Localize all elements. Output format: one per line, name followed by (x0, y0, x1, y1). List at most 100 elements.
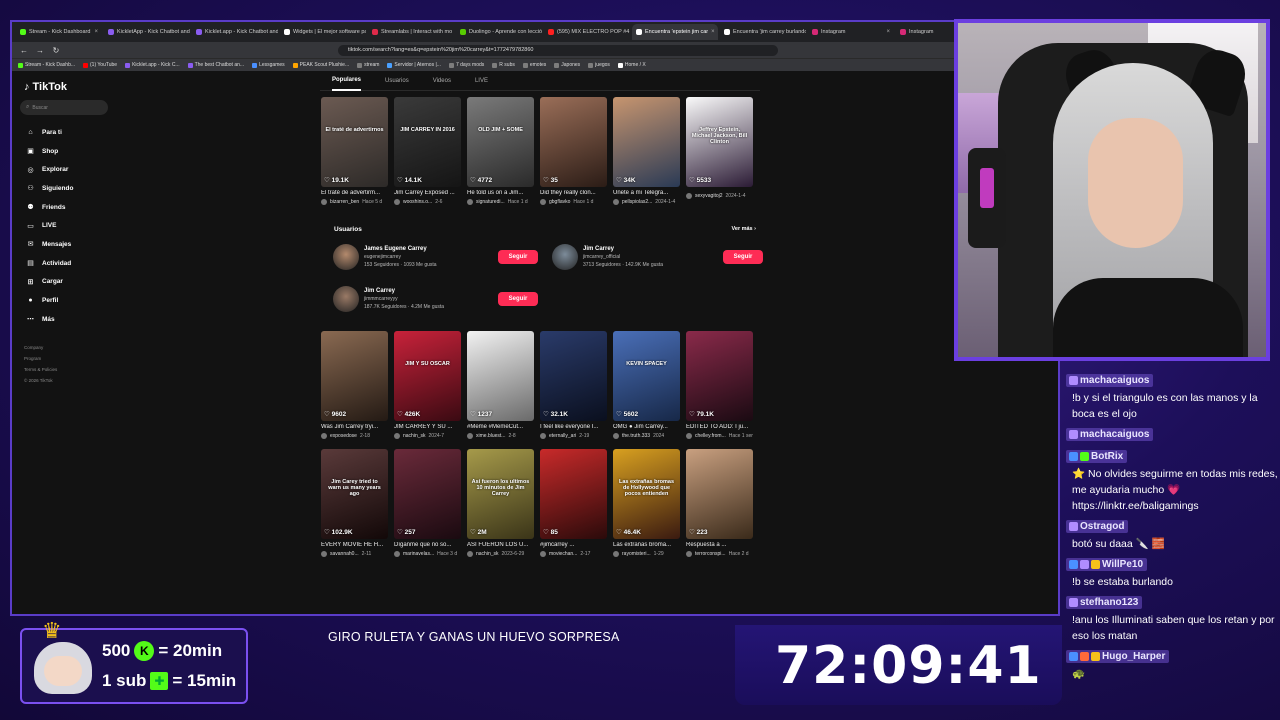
follow-button[interactable]: Seguir (723, 250, 763, 264)
author-name[interactable]: moviechan... (549, 551, 577, 557)
author-name[interactable]: signaturedi... (476, 199, 505, 205)
sidebar-item-live[interactable]: ▭ LIVE (20, 216, 120, 235)
video-thumbnail[interactable]: ♡ 35 (540, 97, 607, 187)
video-card[interactable]: El traté de advertirnos ♡ 19.1K El traté d… (321, 97, 388, 205)
bookmark-item[interactable]: Servidor | Aternos |... (387, 62, 441, 68)
close-icon[interactable]: × (886, 29, 890, 35)
browser-tab[interactable]: Kicklet.app - Kick Chatbot and× (192, 24, 278, 40)
author-name[interactable]: nachin_sk (476, 551, 499, 557)
bookmark-item[interactable]: Japones (554, 62, 580, 68)
chat-username[interactable]: machacaiguos (1066, 374, 1154, 387)
author-name[interactable]: marinavelas... (403, 551, 434, 557)
bookmark-item[interactable]: Home / X (617, 62, 646, 68)
video-thumbnail[interactable]: OLD JIM + SOME ♡ 4772 (467, 97, 534, 187)
author-name[interactable]: exposedose (330, 433, 357, 439)
video-card[interactable]: KEVIN SPACEY ♡ 5602 OMG ● Jim Carrey... the… (613, 331, 680, 439)
search-input[interactable]: ⌕ Buscar (20, 100, 108, 115)
user-result[interactable]: Jim Carrey jimmmcarreyyy 187.7K Seguidores… (333, 285, 552, 313)
close-icon[interactable]: × (94, 29, 98, 35)
sidebar-item-más[interactable]: ⋯ Más (20, 310, 120, 329)
bookmark-item[interactable]: PEAK Scout Plushie... (292, 62, 349, 68)
video-thumbnail[interactable]: Las extrañas bromas de Hollywood que poc… (613, 449, 680, 539)
video-thumbnail[interactable]: El traté de advertirnos ♡ 19.1K (321, 97, 388, 187)
sidebar-item-friends[interactable]: ⚉ Friends (20, 198, 120, 217)
footer-link[interactable]: Company (24, 345, 120, 350)
video-card[interactable]: ♡ 34K Únete a mi Telegra... pellspiolas2..… (613, 97, 680, 205)
chat-username[interactable]: machacaiguos (1066, 428, 1154, 441)
bookmark-item[interactable]: stream (357, 62, 379, 68)
bookmark-item[interactable]: juegos (588, 62, 610, 68)
tab-live[interactable]: LIVE (475, 71, 488, 91)
video-thumbnail[interactable]: ♡ 257 (394, 449, 461, 539)
bookmark-item[interactable]: (1) YouTube (83, 62, 117, 68)
author-name[interactable]: eternally_ari (549, 433, 576, 439)
footer-link[interactable]: Program (24, 356, 120, 361)
video-thumbnail[interactable]: Jim Carey tried to warn us many years ag… (321, 449, 388, 539)
video-card[interactable]: ♡ 257 Díganme que no so... marinavelas... H… (394, 449, 461, 557)
tiktok-logo[interactable]: ♪ TikTok (24, 81, 120, 93)
bookmark-item[interactable]: Lessgames (252, 62, 285, 68)
video-card[interactable]: ♡ 1237 #Meme #MemeCut... xime.bluest... 2-8 (467, 331, 534, 439)
tab-videos[interactable]: Videos (433, 71, 451, 91)
sidebar-item-explorar[interactable]: ◎ Explorar (20, 160, 120, 179)
author-name[interactable]: savannah0... (330, 551, 359, 557)
chat-username[interactable]: Ostragod (1066, 520, 1129, 533)
video-card[interactable]: Jeffrey Epstein, Michael Jackson, Bill C… (686, 97, 753, 205)
video-card[interactable]: JIM Y SU OSCAR ♡ 426K JIM CARREY Y SU ... n… (394, 331, 461, 439)
bookmark-item[interactable]: The best Chatbot an... (187, 62, 244, 68)
browser-tab[interactable]: Instagram × (808, 24, 894, 40)
author-name[interactable]: wooshins.o... (403, 199, 432, 205)
video-thumbnail[interactable]: JIM CARREY IN 2016 ♡ 14.1K (394, 97, 461, 187)
author-name[interactable]: bizarren_ben (330, 199, 359, 205)
reload-button[interactable]: ↻ (52, 46, 60, 55)
close-icon[interactable]: × (711, 29, 715, 35)
chat-username[interactable]: Hugo_Harper (1066, 650, 1170, 663)
video-thumbnail[interactable]: ♡ 79.1K (686, 331, 753, 421)
browser-tab[interactable]: Widgets | El mejor software pa× (280, 24, 366, 40)
url-field[interactable]: tiktok.com/search?lang=es&q=epstein%20ji… (338, 44, 778, 56)
back-button[interactable]: ← (20, 46, 28, 55)
author-name[interactable]: chelley.from... (695, 433, 726, 439)
video-card[interactable]: JIM CARREY IN 2016 ♡ 14.1K Jim Carrey Expo… (394, 97, 461, 205)
sidebar-item-cargar[interactable]: ⊞ Cargar (20, 273, 120, 292)
author-name[interactable]: sexyvagitoj2 (695, 193, 723, 199)
video-thumbnail[interactable]: Asi fueron los ultimos 10 minutos de Jim… (467, 449, 534, 539)
bookmark-item[interactable]: Kicklet.app - Kick C... (125, 62, 180, 68)
bookmark-item[interactable]: R subs (492, 62, 515, 68)
video-card[interactable]: ♡ 79.1K EDITED TO ADD: I ju... chelley.fro… (686, 331, 753, 439)
video-thumbnail[interactable]: ♡ 32.1K (540, 331, 607, 421)
author-name[interactable]: gbgflavko (549, 199, 570, 205)
browser-tab[interactable]: Duolingo - Aprende con lecció× (456, 24, 542, 40)
browser-tab[interactable]: Streamlabs | Interact with mo× (368, 24, 454, 40)
author-name[interactable]: pellspiolas2... (622, 199, 652, 205)
video-thumbnail[interactable]: ♡ 223 (686, 449, 753, 539)
browser-tab[interactable]: KickletApp - Kick Chatbot and× (104, 24, 190, 40)
sidebar-item-mensajes[interactable]: ✉ Mensajes (20, 235, 120, 254)
follow-button[interactable]: Seguir (498, 292, 538, 306)
video-card[interactable]: Las extrañas bromas de Hollywood que poc… (613, 449, 680, 557)
bookmark-item[interactable]: 7 days mods (448, 62, 484, 68)
sidebar-item-para-ti[interactable]: ⌂ Para ti (20, 123, 120, 142)
chat-username[interactable]: BotRix (1066, 450, 1128, 463)
bookmark-item[interactable]: emotes (522, 62, 546, 68)
video-card[interactable]: OLD JIM + SOME ♡ 4772 He told us on a Jim.… (467, 97, 534, 205)
chat-username[interactable]: stefhano123 (1066, 596, 1143, 609)
follow-button[interactable]: Seguir (498, 250, 538, 264)
sidebar-item-actividad[interactable]: ▤ Actividad (20, 254, 120, 273)
video-card[interactable]: ♡ 32.1K I feel like everyone I... eternall… (540, 331, 607, 439)
video-thumbnail[interactable]: Jeffrey Epstein, Michael Jackson, Bill C… (686, 97, 753, 187)
video-card[interactable]: Asi fueron los ultimos 10 minutos de Jim… (467, 449, 534, 557)
video-card[interactable]: ♡ 223 Respuesta a ... terrorconspi... Hace … (686, 449, 753, 557)
footer-link[interactable]: Terms & Policies (24, 367, 120, 372)
forward-button[interactable]: → (36, 46, 44, 55)
video-card[interactable]: ♡ 35 Did they really clon... gbgflavko Hace… (540, 97, 607, 205)
author-name[interactable]: nachin_sk (403, 433, 426, 439)
video-thumbnail[interactable]: KEVIN SPACEY ♡ 5602 (613, 331, 680, 421)
browser-tab[interactable]: Stream - Kick Dashboard × (16, 24, 102, 40)
video-card[interactable]: ♡ 9602 Was Jim Carrey tryi... exposedose 2-… (321, 331, 388, 439)
author-name[interactable]: terrorconspi... (695, 551, 726, 557)
user-result[interactable]: Jim Carrey jimcarrey_official 3713 Seguido… (552, 243, 771, 271)
user-result[interactable]: James Eugene Carrey eugenejimcarrey 153 Se… (333, 243, 552, 271)
video-thumbnail[interactable]: JIM Y SU OSCAR ♡ 426K (394, 331, 461, 421)
author-name[interactable]: rayomisteri... (622, 551, 651, 557)
